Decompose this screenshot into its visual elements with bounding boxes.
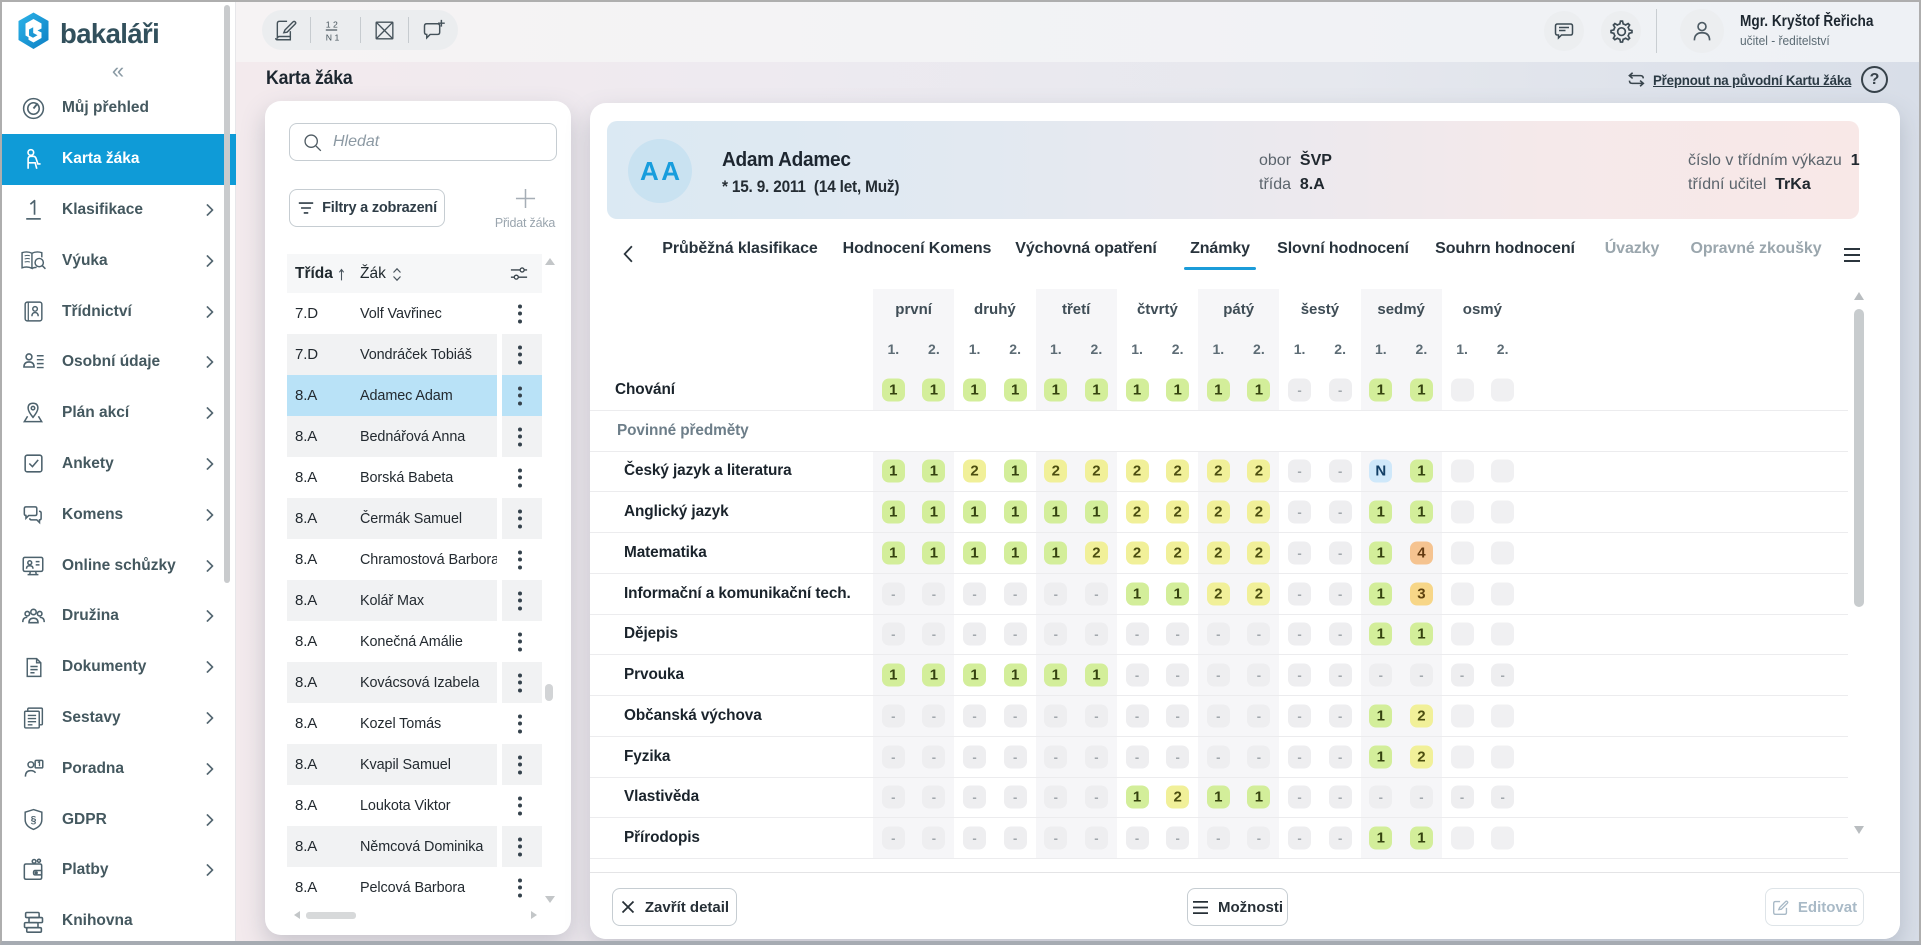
- svg-text:1 2: 1 2: [326, 19, 338, 29]
- svg-text:N 1: N 1: [326, 32, 340, 42]
- svg-text:§: §: [30, 815, 36, 826]
- svg-text:bakaláři: bakaláři: [60, 18, 159, 49]
